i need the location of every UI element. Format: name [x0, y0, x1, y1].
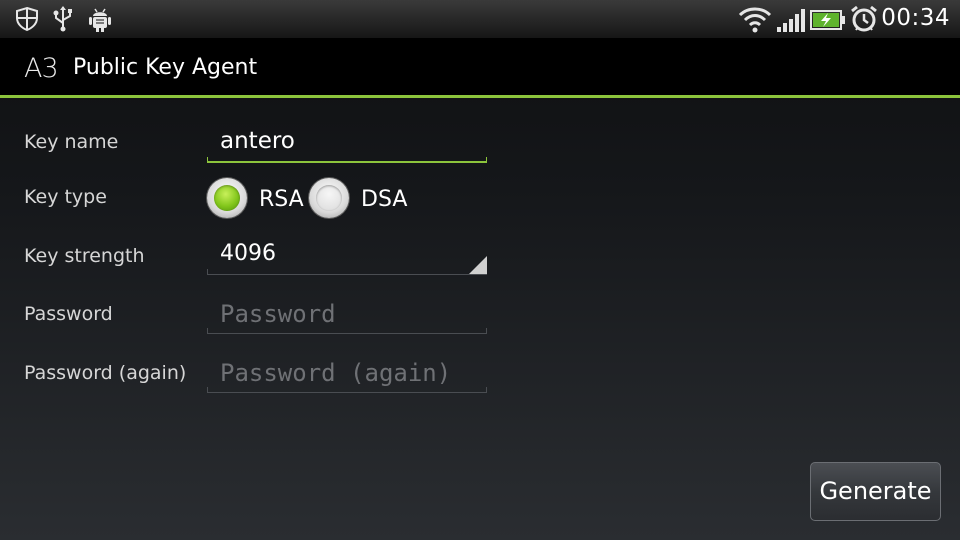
android-debug-icon — [88, 6, 112, 36]
rsa-radio[interactable] — [207, 178, 247, 218]
password-again-input[interactable]: Password (again) — [207, 353, 487, 393]
dropdown-arrow-icon — [469, 256, 487, 274]
battery-charging-icon — [810, 9, 846, 35]
usb-icon — [52, 6, 74, 36]
key-name-input[interactable]: antero — [207, 123, 487, 163]
password-placeholder: Password — [220, 300, 336, 328]
password-again-label: Password (again) — [24, 362, 187, 384]
password-label: Password — [24, 303, 113, 325]
dsa-radio-indicator — [316, 185, 342, 211]
key-name-label: Key name — [24, 131, 119, 153]
status-clock: 00:34 — [881, 5, 950, 31]
key-type-label: Key type — [24, 186, 107, 208]
signal-icon — [776, 7, 806, 37]
key-name-underline — [207, 157, 487, 163]
key-strength-value: 4096 — [220, 241, 276, 266]
generate-button[interactable]: Generate — [810, 462, 941, 521]
password-underline — [207, 328, 487, 334]
key-strength-label: Key strength — [24, 245, 145, 267]
action-bar: A3 Public Key Agent — [0, 39, 960, 98]
dsa-radio-label[interactable]: DSA — [361, 187, 407, 212]
screen: 00:34 A3 Public Key Agent Key name anter… — [0, 0, 960, 540]
alarm-icon — [850, 5, 878, 37]
key-strength-underline — [207, 269, 487, 275]
status-bar: 00:34 — [0, 0, 960, 39]
rsa-radio-indicator — [214, 185, 240, 211]
shield-icon — [14, 6, 40, 36]
key-strength-spinner[interactable]: 4096 — [207, 235, 487, 275]
app-title: Public Key Agent — [73, 55, 258, 80]
wifi-icon — [738, 5, 772, 37]
password-input[interactable]: Password — [207, 294, 487, 334]
key-name-value: antero — [220, 128, 295, 154]
password-again-placeholder: Password (again) — [220, 359, 452, 387]
rsa-radio-label[interactable]: RSA — [259, 187, 304, 212]
app-icon: A3 — [24, 53, 59, 84]
password-again-underline — [207, 387, 487, 393]
dsa-radio[interactable] — [309, 178, 349, 218]
